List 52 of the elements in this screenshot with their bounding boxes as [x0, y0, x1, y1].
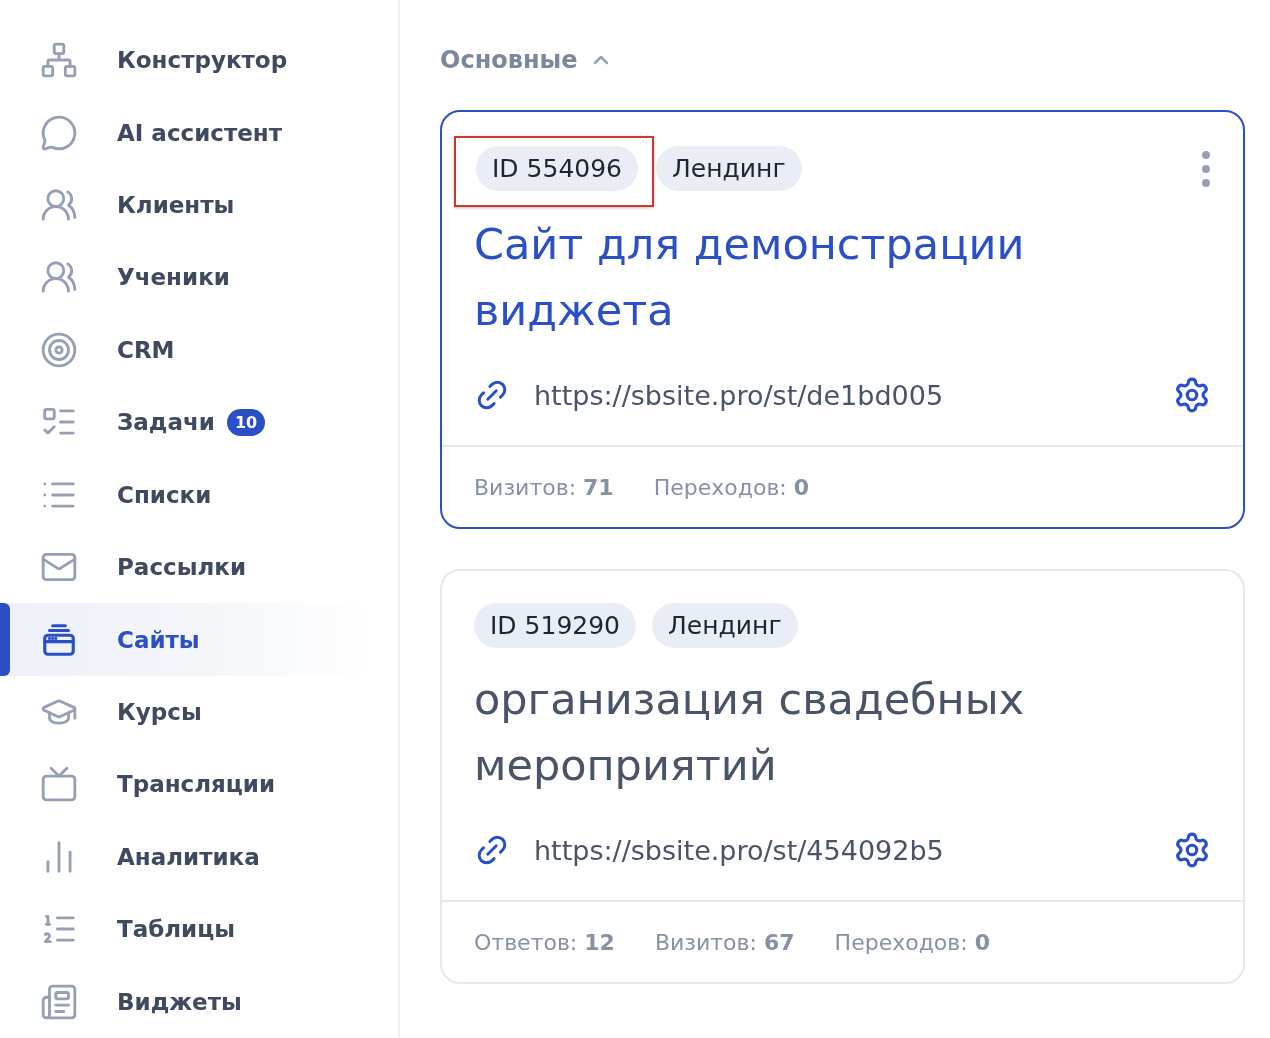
type-chip: Лендинг: [656, 146, 802, 191]
sidebar-label: Сайты: [117, 626, 200, 653]
sidebar-label: Клиенты: [117, 192, 235, 219]
sidebar-label: Рассылки: [117, 554, 246, 581]
sidebar-label: CRM: [117, 336, 175, 363]
site-url-link[interactable]: https://sbsite.pro/st/454092b5: [534, 834, 944, 866]
id-chip: ID 554096: [476, 146, 638, 191]
sidebar-label: Курсы: [117, 699, 202, 725]
sidebar-icon: [40, 41, 78, 80]
site-title[interactable]: Сайт для демонстрации виджета: [474, 211, 1074, 343]
sidebar-label: Аналитика: [117, 843, 260, 870]
sidebar-label: AI ассистент: [117, 119, 283, 146]
sidebar-item[interactable]: Конструктор: [0, 24, 376, 97]
sidebar-label: Ученики: [117, 264, 230, 291]
stat-text: Переходов: 0: [834, 929, 990, 955]
id-chip: ID 519290: [474, 603, 636, 648]
sidebar-item[interactable]: Клиенты: [0, 168, 376, 242]
sidebar-item[interactable]: CRM: [0, 313, 376, 387]
sidebar-label: Конструктор: [117, 47, 288, 74]
sidebar-label: Виджеты: [117, 988, 242, 1015]
sidebar-icon: [40, 113, 78, 152]
sidebar-item[interactable]: Курсы: [0, 675, 376, 749]
sidebar-item[interactable]: Трансляции: [0, 748, 376, 821]
stat-text: Ответов: 12: [474, 929, 615, 955]
section-title: Основные: [440, 46, 578, 74]
sidebar-icon: [40, 982, 78, 1021]
more-icon[interactable]: [1201, 149, 1211, 188]
sidebar-item[interactable]: Виджеты: [0, 965, 376, 1038]
sidebar-label: Трансляции: [117, 771, 276, 798]
sidebar-label: Таблицы: [117, 916, 236, 943]
sidebar-item[interactable]: Списки: [0, 458, 376, 531]
sidebar-label: Списки: [117, 481, 212, 508]
stat-text: Визитов: 71: [474, 474, 614, 500]
settings-icon[interactable]: [1173, 376, 1211, 414]
sidebar-item[interactable]: Аналитика: [0, 820, 376, 894]
sidebar-icon: [40, 330, 78, 369]
site-title[interactable]: организация свадебных мероприятий: [474, 666, 1074, 798]
stat-text: Визитов: 67: [654, 929, 795, 955]
sidebar-item[interactable]: Таблицы: [0, 893, 376, 966]
site-card[interactable]: ID 554096 Лендинг Сайт для демонстрации виджета https://sbsite.pro/st/de1bd005 Визитов: 71 Переходов: 0: [440, 110, 1245, 529]
sidebar-item[interactable]: AI ассистент: [0, 96, 376, 169]
type-chip: Лендинг: [652, 603, 798, 648]
site-card[interactable]: ID 519290 Лендинг организация свадебных мероприятий https://sbsite.pro/st/454092b5 Ответов: 12 Визитов: 67 Переходов: 0: [440, 569, 1245, 984]
settings-icon[interactable]: [1173, 831, 1211, 869]
sidebar-icon: [40, 765, 78, 804]
sidebar-item[interactable]: Рассылки: [0, 530, 376, 604]
count-badge: 10: [226, 408, 266, 436]
site-url-link[interactable]: https://sbsite.pro/st/de1bd005: [534, 379, 944, 411]
stat-text: Переходов: 0: [653, 474, 810, 500]
sidebar-item[interactable]: Ученики: [0, 241, 376, 314]
sidebar-item[interactable]: Задачи 10: [0, 386, 376, 459]
sidebar-label: Задачи: [117, 409, 215, 436]
